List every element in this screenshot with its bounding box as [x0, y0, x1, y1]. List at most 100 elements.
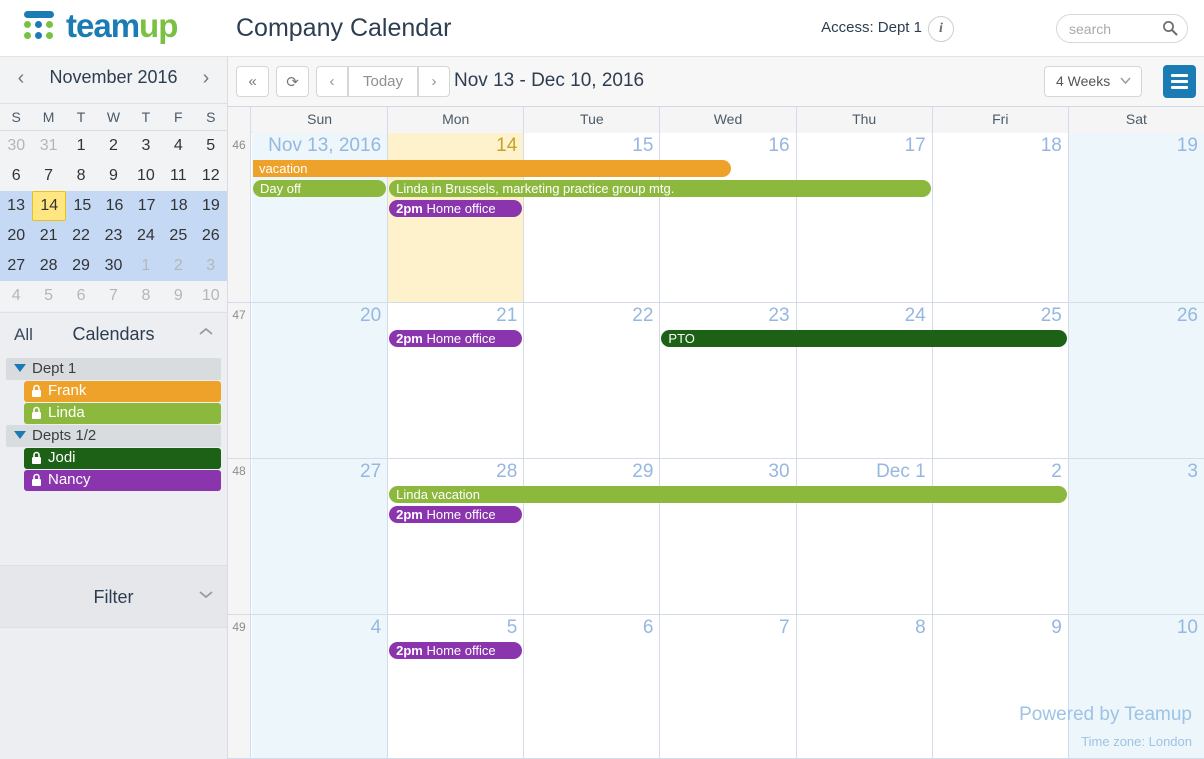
- mini-calendar-day[interactable]: 28: [32, 251, 64, 281]
- day-number[interactable]: 23: [768, 305, 789, 327]
- day-number[interactable]: 21: [496, 305, 517, 327]
- week-number[interactable]: 47: [228, 303, 251, 458]
- day-cell[interactable]: 8: [797, 615, 933, 758]
- mini-calendar-day[interactable]: 4: [0, 281, 32, 311]
- day-number[interactable]: Nov 13, 2016: [268, 135, 381, 157]
- day-cell[interactable]: Dec 1: [797, 459, 933, 614]
- week-number[interactable]: 46: [228, 133, 251, 302]
- mini-calendar-day[interactable]: 10: [195, 281, 227, 311]
- calendar-item-linda[interactable]: Linda: [24, 403, 221, 424]
- mini-calendar-day[interactable]: 19: [195, 191, 227, 221]
- calendar-item-jodi[interactable]: Jodi: [24, 448, 221, 469]
- mini-calendar-day[interactable]: 25: [162, 221, 194, 251]
- day-cell[interactable]: 3: [1069, 459, 1204, 614]
- mini-calendar-day[interactable]: 8: [130, 281, 162, 311]
- filter-section[interactable]: Filter: [0, 565, 227, 628]
- mini-calendar-day[interactable]: 9: [162, 281, 194, 311]
- day-cell[interactable]: 16: [660, 133, 796, 302]
- mini-calendar-day[interactable]: 15: [66, 191, 98, 221]
- mini-calendar-day[interactable]: 6: [65, 281, 97, 311]
- mini-calendar-today[interactable]: 14: [32, 191, 66, 221]
- day-cell[interactable]: 28: [388, 459, 524, 614]
- day-number[interactable]: 10: [1177, 617, 1198, 639]
- mini-calendar-day[interactable]: 6: [0, 161, 32, 191]
- day-number[interactable]: 25: [1041, 305, 1062, 327]
- calendar-event[interactable]: 2pm Home office: [389, 642, 522, 659]
- menu-button[interactable]: [1163, 65, 1196, 98]
- mini-calendar-next-button[interactable]: ›: [193, 66, 219, 92]
- calendar-group-dept-1[interactable]: Dept 1: [6, 358, 221, 380]
- day-number[interactable]: 27: [360, 461, 381, 483]
- day-cell[interactable]: 27: [252, 459, 388, 614]
- mini-calendar-day[interactable]: 1: [65, 131, 97, 161]
- day-number[interactable]: 15: [632, 135, 653, 157]
- day-number[interactable]: 26: [1177, 305, 1198, 327]
- chevron-down-icon[interactable]: [199, 590, 213, 599]
- mini-calendar-day[interactable]: 3: [195, 251, 227, 281]
- day-cell[interactable]: 29: [524, 459, 660, 614]
- day-number[interactable]: 22: [632, 305, 653, 327]
- day-number[interactable]: 4: [371, 617, 382, 639]
- mini-calendar-day[interactable]: 1: [130, 251, 162, 281]
- calendar-event[interactable]: Day off: [253, 180, 386, 197]
- day-number[interactable]: 3: [1187, 461, 1198, 483]
- week-number[interactable]: 48: [228, 459, 251, 614]
- mini-calendar-day[interactable]: 4: [162, 131, 194, 161]
- mini-calendar-day[interactable]: 20: [0, 221, 32, 251]
- day-number[interactable]: 30: [768, 461, 789, 483]
- day-number[interactable]: 16: [768, 135, 789, 157]
- mini-calendar-day[interactable]: 31: [32, 131, 64, 161]
- mini-calendar-day[interactable]: 30: [0, 131, 32, 161]
- day-cell[interactable]: 18: [933, 133, 1069, 302]
- search-icon[interactable]: [1162, 20, 1178, 36]
- day-number[interactable]: 18: [1041, 135, 1062, 157]
- view-selector[interactable]: 4 Weeks: [1044, 66, 1142, 97]
- day-number[interactable]: 24: [905, 305, 926, 327]
- day-cell[interactable]: 4: [252, 615, 388, 758]
- calendar-item-frank[interactable]: Frank: [24, 381, 221, 402]
- mini-calendar-day[interactable]: 7: [32, 161, 64, 191]
- mini-calendar-day[interactable]: 26: [195, 221, 227, 251]
- mini-calendar-day[interactable]: 16: [98, 191, 130, 221]
- teamup-logo[interactable]: teamup: [20, 9, 177, 43]
- day-cell[interactable]: 14: [388, 133, 524, 302]
- mini-calendar-day[interactable]: 12: [195, 161, 227, 191]
- day-cell[interactable]: 23: [660, 303, 796, 458]
- day-number[interactable]: 29: [632, 461, 653, 483]
- calendar-group-depts-1-2[interactable]: Depts 1/2: [6, 425, 221, 447]
- day-number[interactable]: 9: [1051, 617, 1062, 639]
- day-cell[interactable]: 7: [660, 615, 796, 758]
- mini-calendar-day[interactable]: 29: [65, 251, 97, 281]
- mini-calendar-day[interactable]: 5: [195, 131, 227, 161]
- day-cell[interactable]: 2: [933, 459, 1069, 614]
- mini-calendar-day[interactable]: 10: [130, 161, 162, 191]
- mini-calendar-day[interactable]: 24: [130, 221, 162, 251]
- mini-calendar-day[interactable]: 18: [163, 191, 195, 221]
- week-number[interactable]: 49: [228, 615, 251, 758]
- mini-calendar-day[interactable]: 3: [130, 131, 162, 161]
- day-number[interactable]: 19: [1177, 135, 1198, 157]
- calendar-event[interactable]: 2pm Home office: [389, 330, 522, 347]
- day-cell[interactable]: 26: [1069, 303, 1204, 458]
- search-input[interactable]: [1069, 15, 1157, 42]
- day-number[interactable]: 5: [507, 617, 518, 639]
- today-button[interactable]: Today: [348, 66, 418, 97]
- mini-calendar-day[interactable]: 22: [65, 221, 97, 251]
- mini-calendar-day[interactable]: 5: [32, 281, 64, 311]
- calendar-event[interactable]: PTO: [661, 330, 1066, 347]
- day-cell[interactable]: 21: [388, 303, 524, 458]
- day-cell[interactable]: Nov 13, 2016: [252, 133, 388, 302]
- calendar-event[interactable]: Linda vacation: [389, 486, 1067, 503]
- day-cell[interactable]: 17: [797, 133, 933, 302]
- day-number[interactable]: 20: [360, 305, 381, 327]
- day-number[interactable]: 14: [496, 135, 517, 157]
- day-cell[interactable]: 15: [524, 133, 660, 302]
- calendar-item-nancy[interactable]: Nancy: [24, 470, 221, 491]
- mini-calendar-day[interactable]: 8: [65, 161, 97, 191]
- calendar-event[interactable]: vacation: [253, 160, 731, 177]
- next-period-button[interactable]: ›: [418, 66, 450, 97]
- prev-period-button[interactable]: ‹: [316, 66, 348, 97]
- day-cell[interactable]: 22: [524, 303, 660, 458]
- mini-calendar-day[interactable]: 2: [162, 251, 194, 281]
- day-cell[interactable]: 24: [797, 303, 933, 458]
